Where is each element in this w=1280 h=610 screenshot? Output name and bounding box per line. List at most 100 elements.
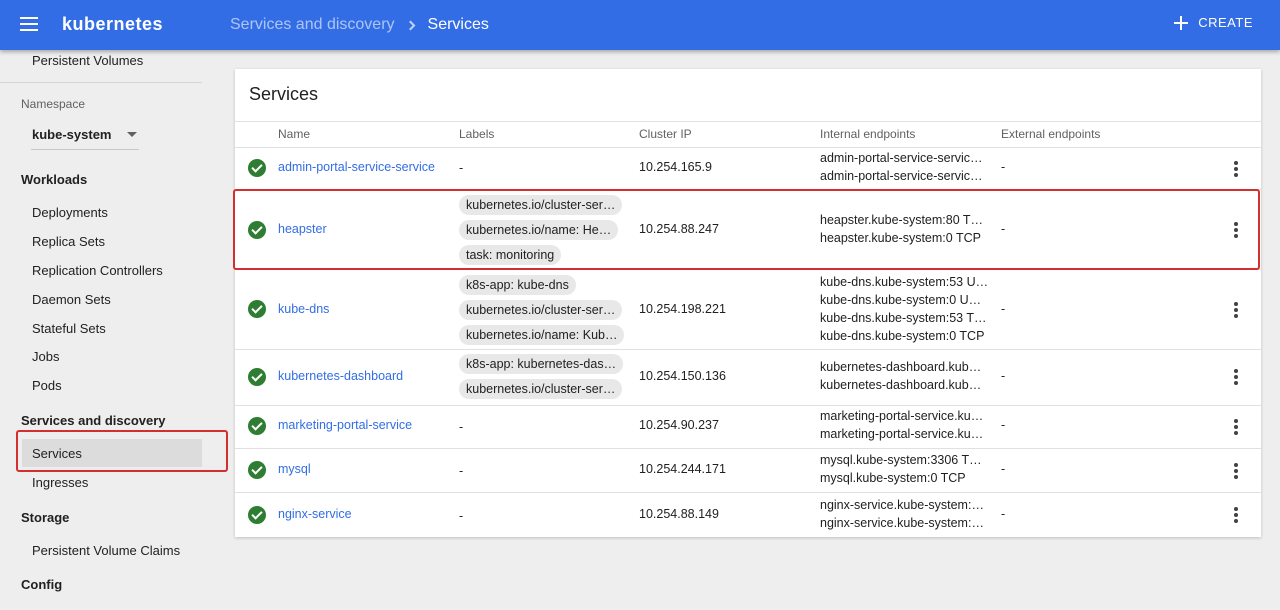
more-vert-icon[interactable]: [1232, 507, 1240, 523]
table-header: Name Labels Cluster IP Internal endpoint…: [235, 121, 1261, 148]
internal-endpoint: heapster.kube-system:0 TCP: [820, 231, 981, 245]
check-circle-icon: [248, 506, 266, 524]
dropdown-arrow-icon: [127, 132, 137, 137]
internal-endpoint: kube-dns.kube-system:53 T…: [820, 311, 987, 325]
sidebar-header-services-and-discovery[interactable]: Services and discovery: [21, 413, 166, 428]
external-endpoint: -: [1001, 418, 1006, 432]
label-chip: task: monitoring: [459, 245, 562, 265]
external-endpoint: -: [1001, 302, 1006, 316]
service-name-link[interactable]: mysql: [278, 462, 311, 476]
external-endpoint: -: [1001, 222, 1006, 236]
cluster-ip: 10.254.88.149: [639, 507, 719, 521]
external-endpoint: -: [1001, 369, 1006, 383]
service-name-link[interactable]: marketing-portal-service: [278, 418, 412, 432]
check-circle-icon: [248, 221, 266, 239]
sidebar-header-config[interactable]: Config: [21, 577, 62, 592]
cluster-ip: 10.254.150.136: [639, 369, 726, 383]
more-vert-icon[interactable]: [1232, 161, 1240, 177]
more-vert-icon[interactable]: [1232, 302, 1240, 318]
sidebar-item-replication-controllers[interactable]: Replication Controllers: [32, 263, 163, 278]
label-chip: kubernetes.io/cluster-ser…: [459, 195, 623, 215]
sidebar-item-ingresses[interactable]: Ingresses: [32, 475, 88, 490]
column-header-cluster-ip: Cluster IP: [639, 127, 692, 141]
check-circle-icon: [248, 417, 266, 435]
internal-endpoint: heapster.kube-system:80 T…: [820, 213, 984, 227]
table-row[interactable]: marketing-portal-service - 10.254.90.237…: [235, 406, 1261, 449]
external-endpoint: -: [1001, 462, 1006, 476]
labels-empty: -: [459, 509, 464, 523]
table-row[interactable]: mysql - 10.254.244.171 mysql.kube-system…: [235, 449, 1261, 493]
app-brand[interactable]: kubernetes: [62, 14, 163, 35]
cluster-ip: 10.254.165.9: [639, 160, 712, 174]
sidebar-header-storage[interactable]: Storage: [21, 510, 69, 525]
label-chip: kubernetes.io/name: He…: [459, 220, 619, 240]
sidebar-item-persistent-volumes[interactable]: Persistent Volumes: [32, 53, 143, 68]
service-name-link[interactable]: heapster: [278, 222, 327, 236]
label-chip: kubernetes.io/cluster-ser…: [459, 379, 623, 399]
column-header-name[interactable]: Name: [278, 127, 310, 141]
label-chip: kubernetes.io/cluster-ser…: [459, 300, 623, 320]
sidebar-item-persistent-volume-claims[interactable]: Persistent Volume Claims: [32, 543, 180, 558]
create-label: CREATE: [1198, 15, 1253, 30]
label-chip: k8s-app: kube-dns: [459, 275, 576, 295]
column-header-internal-endpoints: Internal endpoints: [820, 127, 916, 141]
external-endpoint: -: [1001, 160, 1006, 174]
service-name-link[interactable]: kube-dns: [278, 302, 329, 316]
table-row[interactable]: kubernetes-dashboard k8s-app: kubernetes…: [235, 350, 1261, 406]
check-circle-icon: [248, 159, 266, 177]
labels-empty: -: [459, 420, 464, 434]
cluster-ip: 10.254.198.221: [639, 302, 726, 316]
create-button[interactable]: CREATE: [1174, 15, 1253, 30]
service-name-link[interactable]: kubernetes-dashboard: [278, 369, 403, 383]
sidebar-item-stateful-sets[interactable]: Stateful Sets: [32, 321, 106, 336]
label-chip: kubernetes.io/name: Kub…: [459, 325, 625, 345]
labels-empty: -: [459, 161, 464, 175]
cluster-ip: 10.254.90.237: [639, 418, 719, 432]
top-app-bar: kubernetes Services and discovery Servic…: [0, 0, 1280, 50]
table-row[interactable]: admin-portal-service-service - 10.254.16…: [235, 148, 1261, 190]
breadcrumb: Services and discovery Services: [230, 16, 489, 34]
more-vert-icon[interactable]: [1232, 222, 1240, 238]
breadcrumb-current: Services: [427, 16, 489, 33]
check-circle-icon: [248, 300, 266, 318]
column-header-external-endpoints: External endpoints: [1001, 127, 1101, 141]
internal-endpoint: nginx-service.kube-system:…: [820, 498, 984, 512]
internal-endpoint: marketing-portal-service.ku…: [820, 427, 984, 441]
service-name-link[interactable]: admin-portal-service-service: [278, 160, 435, 174]
services-card: Services Name Labels Cluster IP Internal…: [235, 69, 1261, 537]
sidebar-divider: [0, 82, 202, 83]
internal-endpoint: kubernetes-dashboard.kub…: [820, 360, 982, 374]
sidebar-item-replica-sets[interactable]: Replica Sets: [32, 234, 105, 249]
internal-endpoint: mysql.kube-system:3306 T…: [820, 453, 982, 467]
sidebar-item-services[interactable]: Services: [32, 446, 82, 461]
external-endpoint: -: [1001, 507, 1006, 521]
card-title: Services: [249, 84, 319, 104]
check-circle-icon: [248, 368, 266, 386]
sidebar-item-pods[interactable]: Pods: [32, 378, 62, 393]
namespace-select[interactable]: kube-system: [31, 124, 139, 150]
menu-icon[interactable]: [20, 17, 38, 31]
internal-endpoint: admin-portal-service-servic…: [820, 151, 983, 165]
more-vert-icon[interactable]: [1232, 463, 1240, 479]
namespace-label: Namespace: [21, 97, 86, 111]
cluster-ip: 10.254.244.171: [639, 462, 726, 476]
column-header-labels: Labels: [459, 127, 495, 141]
label-chip: k8s-app: kubernetes-das…: [459, 354, 624, 374]
more-vert-icon[interactable]: [1232, 369, 1240, 385]
service-name-link[interactable]: nginx-service: [278, 507, 352, 521]
sidebar-header-workloads[interactable]: Workloads: [21, 172, 87, 187]
table-row[interactable]: kube-dns k8s-app: kube-dns kubernetes.io…: [235, 270, 1261, 350]
internal-endpoint: admin-portal-service-servic…: [820, 169, 983, 183]
more-vert-icon[interactable]: [1232, 419, 1240, 435]
namespace-value: kube-system: [32, 127, 112, 142]
sidebar-item-daemon-sets[interactable]: Daemon Sets: [32, 292, 111, 307]
table-row[interactable]: nginx-service - 10.254.88.149 nginx-serv…: [235, 493, 1261, 537]
labels-empty: -: [459, 464, 464, 478]
table-row[interactable]: heapster kubernetes.io/cluster-ser… kube…: [235, 190, 1261, 270]
breadcrumb-parent[interactable]: Services and discovery: [230, 16, 395, 34]
internal-endpoint: marketing-portal-service.ku…: [820, 409, 984, 423]
sidebar-item-deployments[interactable]: Deployments: [32, 205, 108, 220]
internal-endpoint: mysql.kube-system:0 TCP: [820, 471, 966, 485]
check-circle-icon: [248, 461, 266, 479]
sidebar-item-jobs[interactable]: Jobs: [32, 349, 59, 364]
